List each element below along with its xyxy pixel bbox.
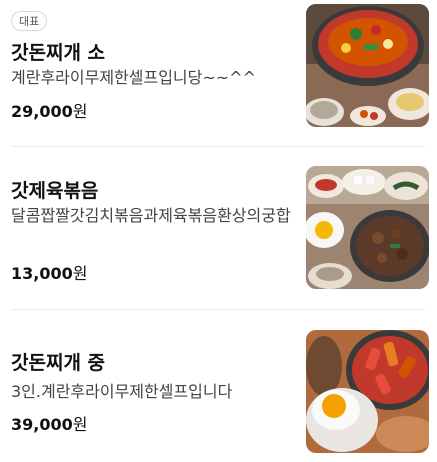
price-currency: 원 xyxy=(72,415,88,434)
price-currency: 원 xyxy=(72,102,88,121)
stirfry-photo[interactable] xyxy=(306,166,429,289)
price-value: 39,000 xyxy=(11,415,73,434)
price-currency: 원 xyxy=(72,264,88,283)
menu-item-price: 39,000원 xyxy=(11,411,87,435)
price-value: 13,000 xyxy=(11,264,73,283)
menu-item-name: 갓돈찌개 중 xyxy=(11,352,106,374)
menu-list: 대표 갓돈찌개 소 계란후라이무제한셀프입니당~~^^ 29,000원 갓제육볶… xyxy=(0,0,437,462)
stew-photo[interactable] xyxy=(306,4,429,127)
menu-item-name: 갓제육볶음 xyxy=(11,180,99,202)
menu-item-description: 3인.계란후라이무제한셀프입니다 xyxy=(11,382,233,401)
stew-egg-photo-image xyxy=(306,330,429,453)
menu-item-description: 달콤짭짤갓김치볶음과제육볶음환상의궁합 xyxy=(11,206,291,225)
stew-egg-photo[interactable] xyxy=(306,330,429,453)
stew-photo-image xyxy=(306,4,429,127)
menu-item-stew-medium[interactable]: 갓돈찌개 중 3인.계란후라이무제한셀프입니다 39,000원 xyxy=(0,310,437,462)
menu-item-name: 갓돈찌개 소 xyxy=(11,42,106,64)
signature-badge: 대표 xyxy=(11,11,48,31)
menu-item-description: 계란후라이무제한셀프입니당~~^^ xyxy=(11,68,256,87)
menu-item-jeyuk[interactable]: 갓제육볶음 달콤짭짤갓김치볶음과제육볶음환상의궁합 13,000원 xyxy=(0,147,437,309)
stirfry-photo-image xyxy=(306,166,429,289)
menu-item-stew-small[interactable]: 대표 갓돈찌개 소 계란후라이무제한셀프입니당~~^^ 29,000원 xyxy=(0,0,437,146)
menu-item-price: 29,000원 xyxy=(11,98,87,122)
menu-item-price: 13,000원 xyxy=(11,260,87,284)
price-value: 29,000 xyxy=(11,102,73,121)
